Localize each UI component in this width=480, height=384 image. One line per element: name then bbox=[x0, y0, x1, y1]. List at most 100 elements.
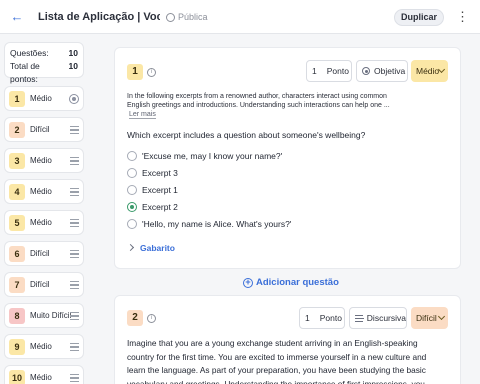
question-difficulty: Médio bbox=[30, 156, 52, 165]
points-field[interactable]: 1 Ponto bbox=[306, 60, 352, 82]
add-question-button[interactable]: + Adicionar questão bbox=[243, 277, 339, 288]
option-text: 'Excuse me, may I know your name?' bbox=[142, 151, 283, 161]
question-number: 6 bbox=[9, 245, 25, 262]
question-prompt: Which excerpt includes a question about … bbox=[127, 130, 366, 140]
sidebar-question-item[interactable]: 7 Difícil bbox=[4, 272, 84, 297]
statement-line: vocabulary and greetings. Understanding … bbox=[127, 378, 425, 384]
question-number: 9 bbox=[9, 338, 25, 355]
radio-button[interactable] bbox=[127, 219, 137, 229]
question-number: 8 bbox=[9, 307, 25, 324]
globe-icon bbox=[166, 12, 175, 22]
discursive-type-icon bbox=[70, 281, 79, 289]
statement-line: learn the language. As part of your prep… bbox=[127, 365, 426, 375]
question-difficulty: Médio bbox=[30, 342, 52, 351]
discursive-type-icon bbox=[70, 374, 79, 382]
answer-option[interactable]: Excerpt 2 bbox=[127, 201, 178, 213]
questions-count-label: Questões: bbox=[10, 48, 49, 58]
discursive-type-icon bbox=[70, 219, 79, 227]
option-text: 'Hello, my name is Alice. What's yours?' bbox=[142, 219, 292, 229]
sidebar-question-item[interactable]: 2 Difícil bbox=[4, 117, 84, 142]
discursive-type-icon bbox=[70, 343, 79, 351]
sidebar-question-item[interactable]: 1 Médio bbox=[4, 86, 84, 111]
visibility-label: Pública bbox=[178, 12, 208, 22]
radio-button[interactable] bbox=[127, 168, 137, 178]
top-bar: ← Lista de Aplicação | Vocabu... Pública… bbox=[0, 0, 480, 34]
question-number-badge: 2 bbox=[127, 310, 143, 326]
questions-count-value: 10 bbox=[68, 48, 78, 58]
context-text-line-1: In the following excerpts from a renowne… bbox=[127, 93, 387, 100]
question-difficulty: Difícil bbox=[30, 249, 50, 258]
sidebar-question-item[interactable]: 5 Médio bbox=[4, 210, 84, 235]
question-number: 10 bbox=[9, 369, 25, 384]
radio-type-icon bbox=[362, 67, 370, 75]
chevron-down-icon bbox=[437, 312, 446, 321]
answer-option[interactable]: Excerpt 1 bbox=[127, 184, 178, 196]
points-value: 1 bbox=[305, 313, 310, 323]
difficulty-label: Médio bbox=[416, 66, 440, 76]
question-number: 2 bbox=[9, 121, 25, 138]
radio-button[interactable] bbox=[127, 202, 137, 212]
add-question-label: Adicionar questão bbox=[256, 277, 339, 288]
statement-line: Imagine that you are a young exchange st… bbox=[127, 338, 418, 348]
difficulty-label: Difícil bbox=[416, 313, 437, 323]
question-type-label: Discursiva bbox=[366, 313, 406, 323]
total-points-value: 10 bbox=[68, 61, 78, 71]
option-text: Excerpt 1 bbox=[142, 185, 178, 195]
question-number: 7 bbox=[9, 276, 25, 293]
sidebar-question-item[interactable]: 8 Muito Difícil bbox=[4, 303, 84, 328]
question-card-2: 2 i 1 Ponto Discursiva Difícil Imagine t… bbox=[114, 295, 461, 384]
plus-circle-icon: + bbox=[243, 277, 253, 288]
question-card-1: 1 i 1 Ponto Objetiva Médio In the follow… bbox=[114, 47, 461, 269]
question-type-selector[interactable]: Discursiva bbox=[349, 307, 407, 329]
discursive-type-icon bbox=[70, 188, 79, 196]
question-difficulty: Difícil bbox=[30, 125, 50, 134]
sidebar-question-item[interactable]: 4 Médio bbox=[4, 179, 84, 204]
difficulty-dropdown[interactable]: Difícil bbox=[411, 307, 448, 329]
sidebar-question-item[interactable]: 3 Médio bbox=[4, 148, 84, 173]
question-difficulty: Médio bbox=[30, 187, 52, 196]
question-number: 5 bbox=[9, 214, 25, 231]
discursive-type-icon bbox=[70, 312, 79, 320]
page-title: Lista de Aplicação | Vocabu... bbox=[38, 11, 160, 23]
info-icon[interactable]: i bbox=[147, 68, 156, 77]
more-options-icon[interactable]: ⋮ bbox=[456, 8, 469, 26]
answer-option[interactable]: 'Excuse me, may I know your name?' bbox=[127, 150, 282, 162]
answer-option[interactable]: 'Hello, my name is Alice. What's yours?' bbox=[127, 218, 291, 230]
text-lines-icon bbox=[355, 314, 364, 322]
discursive-type-icon bbox=[70, 250, 79, 258]
option-text: Excerpt 2 bbox=[142, 202, 178, 212]
back-arrow-icon[interactable]: ← bbox=[10, 10, 24, 24]
question-number: 4 bbox=[9, 183, 25, 200]
answer-option[interactable]: Excerpt 3 bbox=[127, 167, 178, 179]
sidebar-question-item[interactable]: 9 Médio bbox=[4, 334, 84, 359]
answer-key-toggle[interactable]: Gabarito bbox=[140, 243, 175, 253]
statement-line: country for the first time. You are exci… bbox=[127, 351, 427, 362]
chevron-right-icon[interactable] bbox=[126, 243, 135, 252]
question-difficulty: Muito Difícil bbox=[30, 311, 72, 320]
objective-type-icon bbox=[69, 94, 79, 104]
points-field[interactable]: 1 Ponto bbox=[299, 307, 345, 329]
question-number: 3 bbox=[9, 152, 25, 169]
sidebar-question-item[interactable]: 6 Difícil bbox=[4, 241, 84, 266]
points-unit: Ponto bbox=[319, 313, 342, 323]
option-text: Excerpt 3 bbox=[142, 168, 178, 178]
duplicate-button[interactable]: Duplicar bbox=[394, 9, 444, 26]
visibility-indicator: Pública bbox=[166, 12, 208, 22]
radio-button[interactable] bbox=[127, 151, 137, 161]
context-text-line-2: English greetings and introductions. Und… bbox=[127, 102, 390, 109]
read-more-link[interactable]: Ler mais bbox=[129, 111, 156, 119]
question-difficulty: Difícil bbox=[30, 280, 50, 289]
sidebar-question-item[interactable]: 10 Médio bbox=[4, 365, 84, 384]
points-value: 1 bbox=[312, 66, 317, 76]
points-unit: Ponto bbox=[326, 66, 349, 76]
question-type-selector[interactable]: Objetiva bbox=[356, 60, 408, 82]
info-icon[interactable]: i bbox=[147, 314, 156, 323]
question-difficulty: Médio bbox=[30, 218, 52, 227]
summary-panel: Questões: 10 Total de pontos: 10 bbox=[4, 42, 84, 84]
question-difficulty: Médio bbox=[30, 94, 52, 103]
question-number-badge: 1 bbox=[127, 64, 143, 80]
radio-button[interactable] bbox=[127, 185, 137, 195]
discursive-type-icon bbox=[70, 157, 79, 165]
question-number: 1 bbox=[9, 90, 25, 107]
difficulty-dropdown[interactable]: Médio bbox=[411, 60, 448, 82]
